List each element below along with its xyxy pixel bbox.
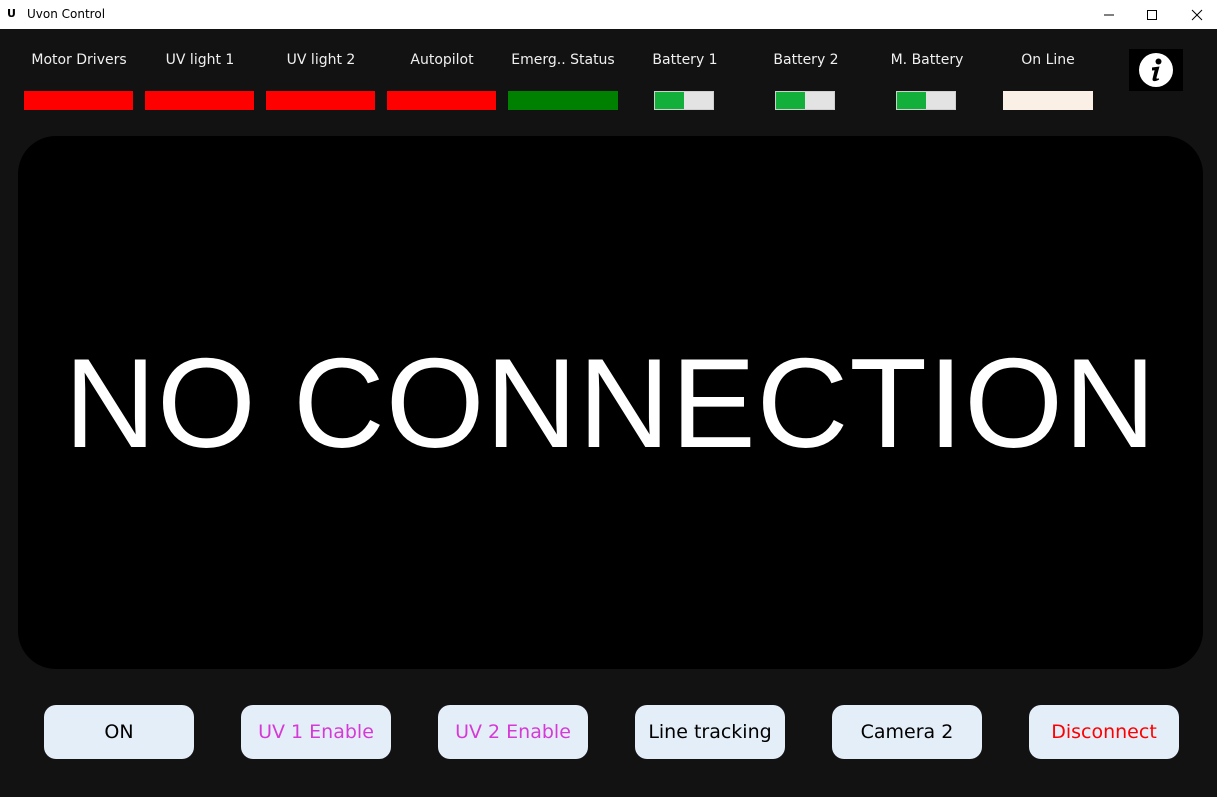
motor-drivers-label: Motor Drivers xyxy=(31,52,127,68)
on-button[interactable]: ON xyxy=(44,705,194,759)
battery-1-level xyxy=(655,92,684,109)
line-tracking-button[interactable]: Line tracking xyxy=(635,705,785,759)
online-label: On Line xyxy=(1021,52,1075,68)
uv2-enable-button[interactable]: UV 2 Enable xyxy=(438,705,588,759)
info-button[interactable] xyxy=(1129,49,1183,91)
battery-1-label: Battery 1 xyxy=(652,52,718,68)
uv-light-1-indicator xyxy=(145,91,254,110)
app-icon: U xyxy=(7,7,16,20)
close-button[interactable] xyxy=(1174,0,1217,29)
close-icon xyxy=(1191,9,1203,20)
emergency-status-label: Emerg.. Status xyxy=(511,52,615,68)
disconnect-button[interactable]: Disconnect xyxy=(1029,705,1179,759)
video-display: NO CONNECTION xyxy=(18,136,1203,669)
main-battery-level xyxy=(897,92,926,109)
online-indicator xyxy=(1003,91,1093,110)
uv-light-2-label: UV light 2 xyxy=(286,52,356,68)
motor-drivers-indicator xyxy=(24,91,133,110)
battery-1-gauge xyxy=(654,91,714,110)
minimize-button[interactable] xyxy=(1086,0,1132,29)
camera-2-button[interactable]: Camera 2 xyxy=(832,705,982,759)
title-bar: U Uvon Control xyxy=(0,0,1217,29)
info-icon xyxy=(1139,53,1173,87)
emergency-status-indicator xyxy=(508,91,618,110)
autopilot-indicator xyxy=(387,91,496,110)
window-title: Uvon Control xyxy=(27,7,106,21)
maximize-icon xyxy=(1147,9,1157,20)
uv-light-2-indicator xyxy=(266,91,375,110)
uv1-enable-button[interactable]: UV 1 Enable xyxy=(241,705,391,759)
battery-2-label: Battery 2 xyxy=(773,52,839,68)
minimize-icon xyxy=(1104,14,1114,15)
battery-2-gauge xyxy=(775,91,835,110)
maximize-button[interactable] xyxy=(1129,0,1175,29)
main-battery-gauge xyxy=(896,91,956,110)
autopilot-label: Autopilot xyxy=(410,52,474,68)
uv-light-1-label: UV light 1 xyxy=(165,52,235,68)
main-battery-label: M. Battery xyxy=(890,52,964,68)
connection-status-message: NO CONNECTION xyxy=(64,331,1157,474)
battery-2-level xyxy=(776,92,805,109)
